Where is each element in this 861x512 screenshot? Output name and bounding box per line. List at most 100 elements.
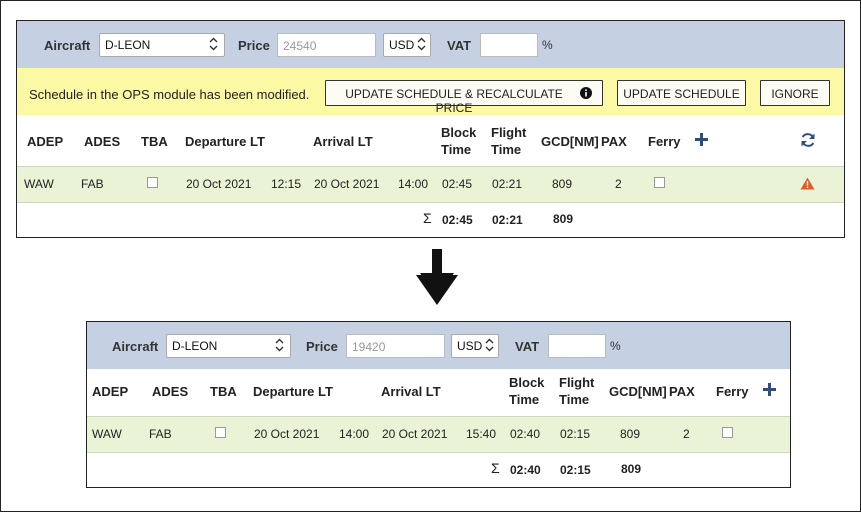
col-block-line2: Time: [441, 142, 472, 157]
aircraft-label: Aircraft: [44, 38, 91, 53]
row-departure-date[interactable]: 20 Oct 2021: [186, 177, 251, 191]
updown-icon: [417, 37, 426, 51]
row-ades: FAB: [81, 177, 104, 191]
row-block-time: 02:40: [510, 427, 541, 441]
currency-value: USD: [389, 38, 415, 52]
row-arrival-time[interactable]: 14:00: [398, 177, 428, 191]
currency-select[interactable]: USD: [383, 33, 431, 57]
total-block-time: 02:40: [510, 463, 541, 477]
row-pax[interactable]: 2: [615, 177, 622, 191]
col-arrival: Arrival LT: [313, 134, 373, 149]
col-departure: Departure LT: [185, 134, 265, 149]
col-flight-line1: Flight: [559, 375, 595, 390]
row-adep: WAW: [92, 427, 122, 441]
col-departure: Departure LT: [253, 384, 333, 399]
updown-icon: [485, 338, 494, 352]
row-gcd: 809: [620, 427, 641, 441]
vat-input[interactable]: [548, 334, 606, 358]
schedule-modified-notice: Schedule in the OPS module has been modi…: [17, 68, 844, 115]
percent-sign: %: [610, 339, 621, 353]
price-input[interactable]: 19420: [346, 334, 445, 358]
col-block-time: Block Time: [509, 374, 544, 408]
col-pax: PAX: [669, 384, 695, 399]
update-schedule-button[interactable]: UPDATE SCHEDULE: [617, 80, 746, 106]
row-departure-time[interactable]: 14:00: [339, 427, 369, 441]
col-block-line1: Block: [509, 375, 545, 390]
col-flight-time: Flight Time: [559, 374, 594, 408]
col-tba: TBA: [141, 134, 168, 149]
row-flight-time: 02:21: [492, 177, 523, 191]
col-ades: ADES: [84, 134, 121, 149]
aircraft-label: Aircraft: [112, 339, 159, 354]
col-ferry: Ferry: [648, 134, 681, 149]
total-block-time: 02:45: [442, 213, 473, 227]
update-recalculate-button[interactable]: UPDATE SCHEDULE & RECALCULATE PRICE: [325, 80, 603, 115]
total-flight-time: 02:21: [492, 213, 523, 227]
row-gcd: 809: [552, 177, 573, 191]
info-icon: [580, 87, 592, 99]
refresh-icon[interactable]: [800, 132, 816, 148]
currency-select[interactable]: USD: [451, 334, 499, 358]
ignore-label: IGNORE: [771, 87, 819, 101]
arrow-down-icon: [416, 249, 458, 305]
col-adep: ADEP: [92, 384, 129, 399]
vat-label: VAT: [515, 339, 540, 354]
ferry-checkbox[interactable]: [654, 177, 665, 188]
table-row: WAW FAB 20 Oct 2021 14:00 20 Oct 2021 15…: [87, 416, 790, 453]
aircraft-select[interactable]: D-LEON: [99, 33, 225, 57]
row-adep: WAW: [24, 177, 54, 191]
aircraft-select[interactable]: D-LEON: [166, 334, 291, 358]
after-panel: Aircraft D-LEON Price 19420 USD VAT % AD…: [86, 321, 791, 488]
aircraft-value: D-LEON: [172, 339, 218, 353]
price-label: Price: [306, 339, 338, 354]
ferry-checkbox[interactable]: [722, 427, 733, 438]
row-arrival-date[interactable]: 20 Oct 2021: [382, 427, 447, 441]
col-block-line1: Block: [441, 125, 477, 140]
col-ades: ADES: [152, 384, 189, 399]
tba-checkbox[interactable]: [147, 177, 158, 188]
row-departure-time[interactable]: 12:15: [271, 177, 301, 191]
warning-icon: [800, 177, 815, 190]
col-block-time: Block Time: [441, 124, 476, 158]
row-arrival-time[interactable]: 15:40: [466, 427, 496, 441]
add-leg-icon[interactable]: [763, 383, 776, 396]
row-pax[interactable]: 2: [683, 427, 690, 441]
col-gcd: GCD[NM]: [541, 134, 599, 149]
row-ades: FAB: [149, 427, 172, 441]
currency-value: USD: [457, 339, 483, 353]
col-tba: TBA: [210, 384, 237, 399]
row-departure-date[interactable]: 20 Oct 2021: [254, 427, 319, 441]
col-flight-time: Flight Time: [491, 124, 526, 158]
updown-icon: [275, 338, 284, 352]
update-schedule-label: UPDATE SCHEDULE: [623, 87, 740, 101]
add-leg-icon[interactable]: [695, 133, 708, 146]
price-label: Price: [238, 38, 270, 53]
col-flight-line2: Time: [491, 142, 522, 157]
col-ferry: Ferry: [716, 384, 749, 399]
total-gcd: 809: [553, 212, 574, 226]
col-flight-line1: Flight: [491, 125, 527, 140]
updown-icon: [209, 37, 218, 51]
percent-sign: %: [542, 38, 553, 52]
before-panel: Aircraft D-LEON Price 24540 USD VAT % Sc…: [16, 20, 845, 238]
col-pax: PAX: [601, 134, 627, 149]
sum-symbol: Σ: [491, 460, 500, 476]
row-flight-time: 02:15: [560, 427, 591, 441]
row-arrival-date[interactable]: 20 Oct 2021: [314, 177, 379, 191]
total-gcd: 809: [621, 462, 642, 476]
col-adep: ADEP: [27, 134, 64, 149]
tba-checkbox[interactable]: [215, 427, 226, 438]
price-input[interactable]: 24540: [277, 33, 376, 57]
col-block-line2: Time: [509, 392, 540, 407]
vat-input[interactable]: [480, 33, 538, 57]
col-gcd: GCD[NM]: [609, 384, 667, 399]
aircraft-value: D-LEON: [105, 38, 151, 52]
vat-label: VAT: [447, 38, 472, 53]
notice-message: Schedule in the OPS module has been modi…: [29, 87, 310, 102]
quote-header: Aircraft D-LEON Price 19420 USD VAT %: [87, 322, 790, 369]
total-flight-time: 02:15: [560, 463, 591, 477]
col-arrival: Arrival LT: [381, 384, 441, 399]
ignore-button[interactable]: IGNORE: [760, 80, 830, 106]
quote-header: Aircraft D-LEON Price 24540 USD VAT %: [17, 21, 844, 68]
col-flight-line2: Time: [559, 392, 590, 407]
